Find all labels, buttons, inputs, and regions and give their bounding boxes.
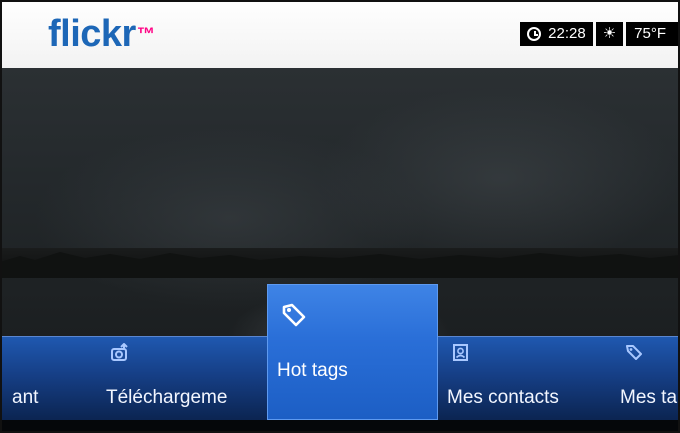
menu-item-partial-left[interactable]: ant (0, 337, 90, 421)
menu-item-hot-tags-selected[interactable]: Hot tags (267, 284, 438, 420)
sun-icon: ☀ (595, 22, 624, 46)
carousel-bottom-shadow (0, 420, 680, 433)
tag-icon (281, 302, 307, 333)
menu-item-my-tags-partial[interactable]: Mes ta (610, 337, 680, 421)
contact-card-icon (452, 343, 470, 368)
menu-item-label: ant (12, 387, 39, 408)
status-area: 22:28 ☀ 75°F (520, 22, 680, 46)
menu-item-label: Mes contacts (447, 387, 559, 408)
flickr-logo: flickr™ (48, 13, 155, 55)
grass-silhouette (0, 252, 680, 278)
temperature-readout: 75°F (626, 22, 680, 46)
tag-icon (625, 343, 643, 366)
flickr-tv-screen: flickr™ 22:28 ☀ 75°F ant Téléchargeme Me… (0, 0, 680, 433)
clock-time: 22:28 (548, 25, 586, 42)
clock-block: 22:28 (520, 22, 593, 46)
menu-item-label: Téléchargeme (106, 387, 228, 408)
menu-item-label: Mes ta (620, 387, 678, 408)
logo-text: flickr (48, 13, 136, 55)
top-header-bar: flickr™ 22:28 ☀ 75°F (0, 0, 680, 68)
menu-item-upload[interactable]: Téléchargeme (96, 337, 266, 421)
menu-item-label: Hot tags (277, 360, 348, 381)
menu-item-my-contacts[interactable]: Mes contacts (438, 337, 608, 421)
logo-trademark: ™ (136, 24, 155, 44)
clock-icon (527, 27, 542, 41)
upload-camera-icon (110, 342, 130, 368)
